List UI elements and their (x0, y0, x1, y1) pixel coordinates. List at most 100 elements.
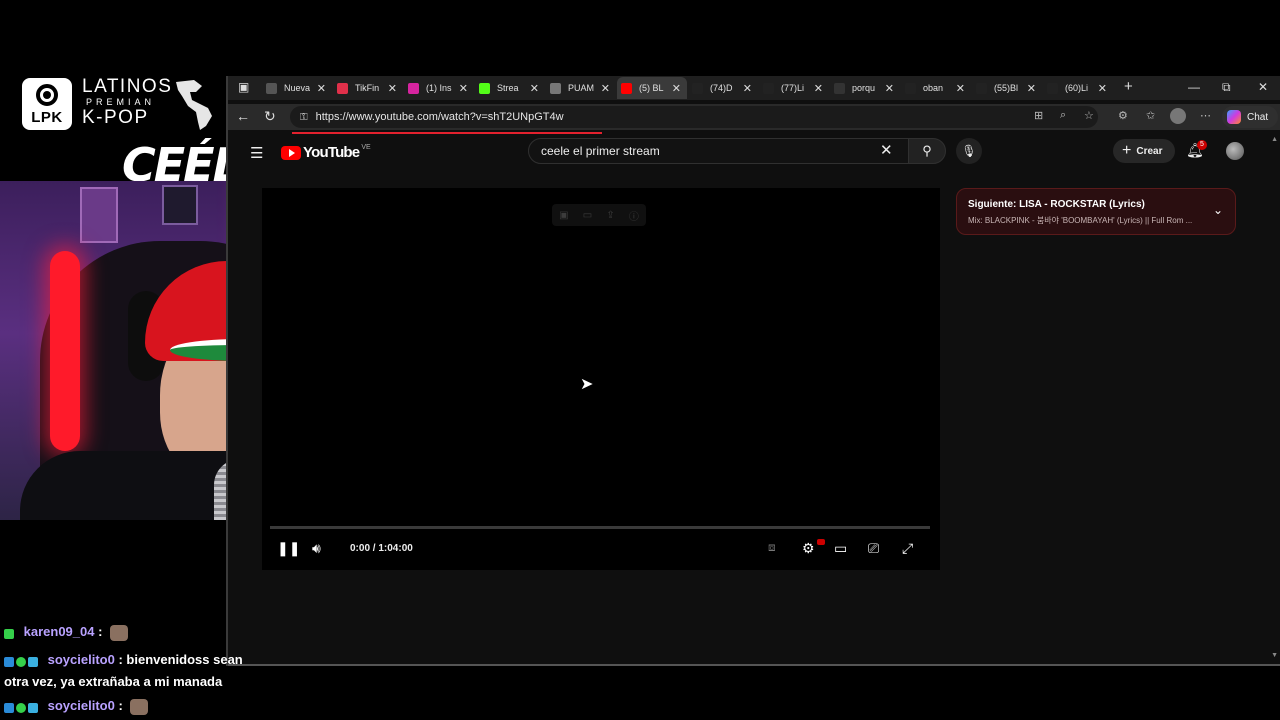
zoom-icon[interactable]: ⌕ (1060, 109, 1066, 122)
browser-tab[interactable]: porqu ✕ (830, 77, 900, 99)
browser-tab[interactable]: (77)Li ✕ (759, 77, 829, 99)
copilot-icon (1227, 110, 1241, 124)
clip-icon[interactable]: ▣ (559, 210, 568, 221)
scroll-down-icon[interactable]: ▼ (1271, 652, 1278, 659)
browser-tab[interactable]: TikFin ✕ (333, 77, 403, 99)
cast-icon[interactable]: ⎚ (868, 540, 879, 557)
browser-tab[interactable]: PUAM ✕ (546, 77, 616, 99)
chat-username: soycielito0 (47, 652, 115, 667)
microphone-icon: 🎙︎ (961, 144, 977, 158)
video-player[interactable]: ▣ ▭ ⇪ ⓘ ➤ ❚❚ 🔊︎ 0:00 / 1:04:00 ⧈ ⚙ ▭ ⎚ ⤢ (262, 188, 940, 570)
theater-mode-icon[interactable]: ▭ (834, 540, 847, 557)
close-tab-icon[interactable]: ✕ (459, 82, 468, 95)
restore-icon[interactable]: ⧉ (1222, 80, 1231, 95)
americas-map-icon (176, 80, 212, 130)
volume-icon[interactable]: 🔊︎ (312, 540, 321, 557)
tiktok-icon (976, 82, 987, 94)
settings-icon[interactable]: ⚙ (802, 540, 815, 557)
scroll-up-icon[interactable]: ▲ (1271, 136, 1278, 143)
tab-label: Nueva (284, 83, 311, 93)
chat-message: soycielito0 : (4, 698, 149, 715)
pause-icon[interactable]: ❚❚ (277, 540, 300, 557)
close-tab-icon[interactable]: ✕ (885, 82, 894, 95)
browser-tab[interactable]: (60)Li ✕ (1043, 77, 1113, 99)
chevron-down-icon[interactable]: ⌄ (1213, 203, 1223, 217)
tab-label: Strea (497, 83, 519, 93)
browser-tab[interactable]: (55)Bl ✕ (972, 77, 1042, 99)
playlist-panel[interactable]: Siguiente: LISA - ROCKSTAR (Lyrics) Mix:… (956, 188, 1236, 235)
create-button[interactable]: + Crear (1113, 139, 1175, 163)
browser-tab[interactable]: (1) Ins ✕ (404, 77, 474, 99)
vinyl-icon (36, 84, 58, 106)
chat-message: soycielito0 : bienvenidoss sean (4, 652, 243, 668)
address-bar: ← ↻ ⚿ https://www.youtube.com/watch?v=sh… (228, 104, 1280, 130)
reload-icon[interactable]: ↻ (264, 108, 276, 125)
logo-line-1: LATINOS (82, 76, 173, 97)
browser-tab[interactable]: (74)D ✕ (688, 77, 758, 99)
menu-icon[interactable]: ☰ (250, 144, 263, 162)
more-menu-icon[interactable]: ⋯ (1200, 109, 1211, 122)
plus-icon: + (1122, 142, 1132, 159)
browser-tab[interactable]: Nueva ✕ (262, 77, 332, 99)
kick-icon (479, 82, 490, 94)
close-tab-icon[interactable]: ✕ (601, 82, 610, 95)
youtube-icon (621, 82, 632, 94)
close-tab-icon[interactable]: ✕ (530, 82, 539, 95)
chat-message: karen09_04 : (4, 624, 129, 641)
notification-count: 5 (1197, 140, 1207, 150)
tab-label: (77)Li (781, 83, 805, 93)
close-tab-icon[interactable]: ✕ (672, 82, 681, 95)
instagram-icon (408, 82, 419, 94)
cat-emote-icon (110, 624, 129, 641)
youtube-wordmark: YouTube (303, 144, 360, 161)
chat-text-continued: otra vez, ya extrañaba a mi manada (4, 674, 223, 689)
site-info-icon[interactable]: ⚿ (300, 112, 308, 123)
browser-tab[interactable]: Strea ✕ (475, 77, 545, 99)
youtube-play-icon (281, 145, 301, 160)
share-icon[interactable]: ⇪ (606, 210, 614, 221)
account-avatar[interactable] (1226, 142, 1244, 160)
url-field[interactable]: ⚿ https://www.youtube.com/watch?v=shT2UN… (290, 106, 1098, 128)
info-icon[interactable]: ⓘ (629, 208, 639, 223)
search-button[interactable]: ⚲ (908, 138, 946, 164)
tab-label: (60)Li (1065, 83, 1089, 93)
close-window-icon[interactable]: ✕ (1258, 80, 1268, 94)
chat-username: karen09_04 (23, 624, 95, 639)
close-tab-icon[interactable]: ✕ (956, 82, 965, 95)
progress-bar[interactable] (270, 526, 930, 529)
back-icon[interactable]: ← (236, 108, 250, 124)
app-available-icon[interactable]: ⊞ (1034, 109, 1043, 122)
tab-label: porqu (852, 83, 876, 93)
voice-search-button[interactable]: 🎙︎ (956, 138, 982, 164)
favorites-icon[interactable]: ✩ (1146, 109, 1155, 122)
minimize-icon[interactable]: — (1188, 80, 1200, 94)
badge-icon (4, 628, 14, 639)
time-display: 0:00 / 1:04:00 (350, 543, 413, 554)
tiktok-icon (692, 82, 703, 94)
fullscreen-icon[interactable]: ⤢ (902, 540, 913, 557)
tab-actions-icon[interactable]: ▣ (238, 80, 249, 94)
browser-tab[interactable]: (5) BL ✕ (617, 77, 687, 99)
close-tab-icon[interactable]: ✕ (1027, 82, 1036, 95)
page-loading-bar (292, 132, 602, 134)
tab-label: (74)D (710, 83, 733, 93)
clear-search-icon[interactable]: ✕ (880, 141, 893, 159)
profile-icon[interactable] (1170, 108, 1186, 124)
scrollbar[interactable] (1270, 136, 1280, 666)
tiktok-icon (763, 82, 774, 94)
search-icon: ⚲ (922, 143, 932, 158)
copilot-chat-button[interactable]: Chat (1222, 106, 1278, 128)
extensions-icon[interactable]: ⚙ (1118, 109, 1128, 122)
browser-tab[interactable]: oban ✕ (901, 77, 971, 99)
close-tab-icon[interactable]: ✕ (317, 82, 326, 95)
close-tab-icon[interactable]: ✕ (388, 82, 397, 95)
miniplayer-icon[interactable]: ▭ (583, 210, 592, 221)
favorite-star-icon[interactable]: ☆ (1084, 109, 1094, 122)
subtitles-icon[interactable]: ⧈ (768, 540, 776, 555)
search-input[interactable]: ceele el primer stream (528, 138, 912, 164)
close-tab-icon[interactable]: ✕ (814, 82, 823, 95)
youtube-logo[interactable]: YouTube VE (281, 144, 371, 161)
close-tab-icon[interactable]: ✕ (1098, 82, 1107, 95)
new-tab-icon[interactable]: + (1124, 78, 1133, 95)
close-tab-icon[interactable]: ✕ (743, 82, 752, 95)
